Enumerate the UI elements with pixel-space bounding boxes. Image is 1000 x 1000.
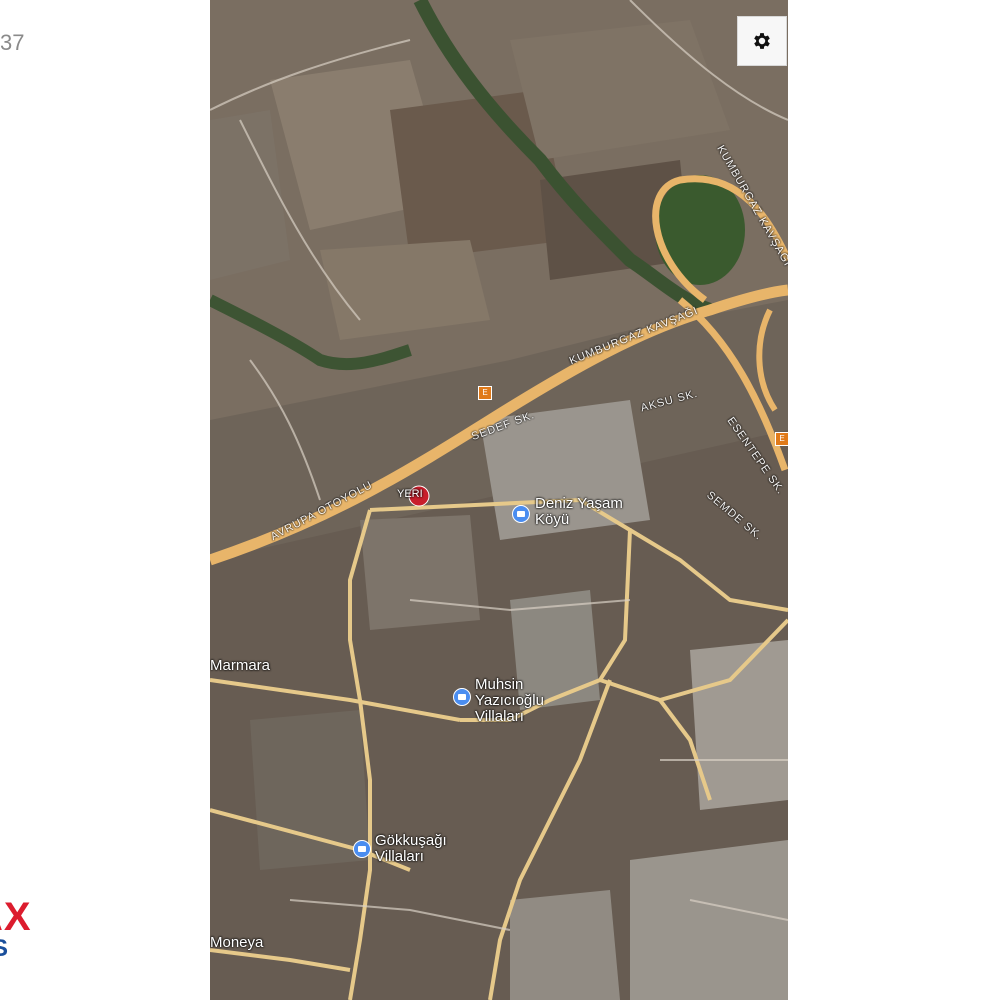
brand-logo-line1: AX	[0, 895, 32, 939]
left-panel: 37 AX S	[0, 0, 210, 1000]
building-icon[interactable]	[353, 840, 371, 858]
right-panel	[788, 0, 1000, 1000]
brand-logo: AX S	[0, 895, 60, 975]
poi-label[interactable]: Deniz Yaşam Köyü	[535, 496, 645, 528]
location-marker-icon[interactable]: YERI	[397, 485, 431, 507]
gear-icon	[754, 33, 770, 49]
settings-button[interactable]	[737, 16, 787, 66]
building-icon[interactable]	[453, 688, 471, 706]
urban-block	[630, 840, 788, 1000]
building-icon[interactable]	[512, 505, 530, 523]
map-canvas[interactable]	[210, 0, 788, 1000]
brand-logo-line2: S	[0, 935, 9, 962]
satellite-map[interactable]: AVRUPA OTOYOLU KUMBURGAZ KAVŞAĞI KUMBURG…	[210, 0, 788, 1000]
highway-shield: E	[478, 386, 492, 400]
poi-label[interactable]: Muhsin Yazıcıoğlu Villaları	[475, 677, 565, 725]
poi-label[interactable]: Gökkuşağı Villaları	[375, 833, 465, 865]
field	[360, 515, 480, 630]
highway-shield: E	[775, 432, 788, 446]
left-top-text: 37	[0, 30, 25, 55]
urban-block	[510, 890, 620, 1000]
area-label: Moneya	[210, 934, 264, 951]
marker-label: YERI	[397, 488, 423, 500]
area-label: Marmara	[210, 657, 271, 674]
